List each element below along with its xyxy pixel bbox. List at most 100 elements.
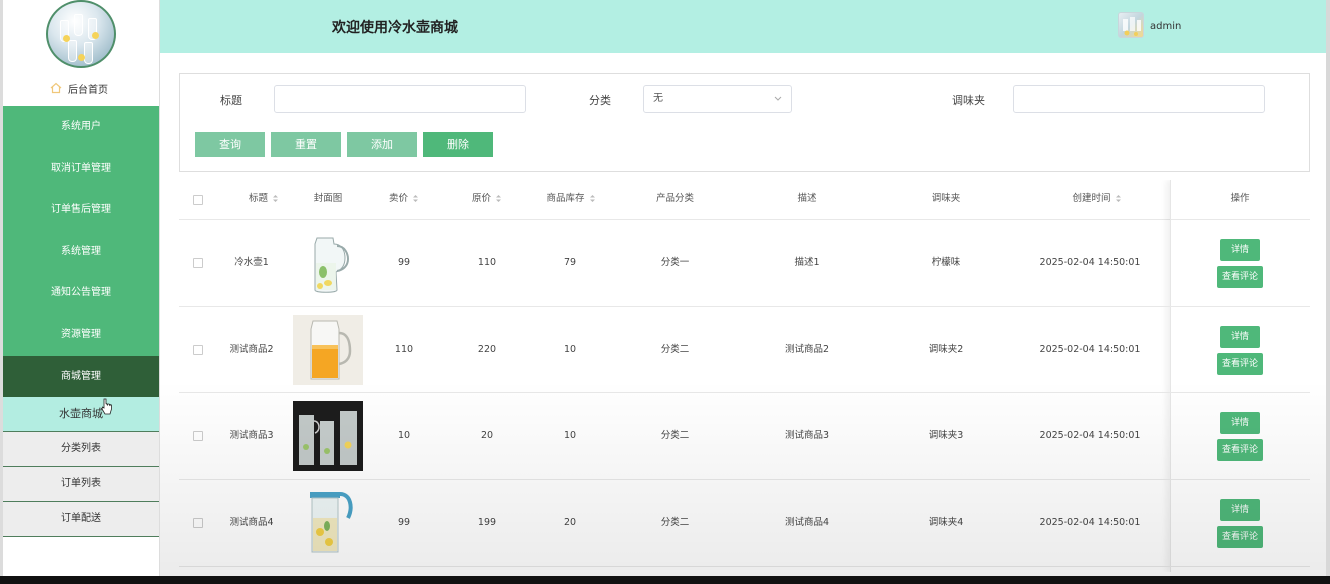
view-reviews-button[interactable]: 查看评论 — [1217, 352, 1263, 375]
cell-stock: 79 — [563, 257, 577, 268]
submenu-item-kettle-mall[interactable]: 水壶商城 — [3, 397, 159, 433]
submenu-item-category-list[interactable]: 分类列表 — [3, 432, 159, 468]
title-filter-input[interactable] — [274, 85, 526, 113]
select-all-checkbox[interactable] — [193, 195, 203, 205]
cell-description: 测试商品2 — [784, 343, 830, 355]
cell-description: 描述1 — [794, 257, 820, 268]
cell-flavor: 调味夹4 — [928, 517, 964, 529]
product-table: 标题 封面图 卖价 原价 商品库存 产品分类 描述 调味夹 创建时间 操作 冷水… — [179, 180, 1310, 572]
sidebar-item-after-sales[interactable]: 订单售后管理 — [3, 189, 159, 231]
table-row: 测试商品3 10 20 10 分类二 测试商品3 调味夹3 2025-02-04… — [179, 393, 1310, 481]
detail-button[interactable]: 详情 — [1220, 325, 1260, 348]
user-name[interactable]: admin — [1150, 21, 1181, 32]
sidebar: 后台首页 系统用户 取消订单管理 订单售后管理 系统管理 通知公告管理 资源管理… — [0, 0, 160, 584]
detail-button[interactable]: 详情 — [1220, 412, 1260, 435]
cell-created: 2025-02-04 14:50:01 — [1039, 430, 1141, 442]
cell-title: 测试商品4 — [229, 517, 274, 529]
cell-original-price: 199 — [477, 517, 497, 529]
submenu-item-order-delivery[interactable]: 订单配送 — [3, 502, 159, 538]
sidebar-item-system-users[interactable]: 系统用户 — [3, 106, 159, 148]
cell-category: 分类一 — [660, 257, 690, 268]
table-row: 测试商品2 110 220 10 分类二 测试商品2 调味夹2 2025-02-… — [179, 307, 1310, 394]
sidebar-item-announcements[interactable]: 通知公告管理 — [3, 272, 159, 314]
flavor-filter-label: 调味夹 — [952, 94, 985, 107]
cell-stock: 10 — [563, 430, 577, 442]
cell-title: 测试商品3 — [229, 430, 274, 442]
cell-stock: 10 — [563, 343, 577, 355]
column-header-original-price[interactable]: 原价 — [452, 180, 522, 220]
view-reviews-button[interactable]: 查看评论 — [1217, 526, 1263, 549]
cell-description: 测试商品4 — [784, 517, 830, 529]
column-header-cover: 封面图 — [313, 193, 343, 204]
cell-title: 冷水壶1 — [234, 257, 269, 268]
reset-button[interactable]: 重置 — [271, 132, 341, 157]
window-right-edge — [1326, 0, 1330, 584]
delete-button[interactable]: 删除 — [423, 132, 493, 157]
cell-category: 分类二 — [660, 430, 690, 442]
product-image-glass-set[interactable] — [293, 401, 363, 472]
cell-flavor: 调味夹2 — [928, 343, 964, 355]
product-image-kettle[interactable] — [293, 228, 363, 298]
sort-icon — [273, 195, 278, 202]
mouse-pointer-icon — [101, 398, 112, 415]
home-link[interactable]: 后台首页 — [50, 80, 108, 96]
row-checkbox[interactable] — [193, 344, 203, 355]
sidebar-item-cancel-orders[interactable]: 取消订单管理 — [3, 147, 159, 190]
cell-flavor: 柠檬味 — [931, 257, 961, 268]
site-logo-avatar — [46, 0, 116, 68]
table-row: 冷水壶1 99 110 79 分类一 描述1 柠檬味 2025-02-04 14… — [179, 220, 1310, 307]
add-button[interactable]: 添加 — [347, 132, 417, 157]
sort-icon — [496, 195, 501, 202]
row-checkbox[interactable] — [193, 518, 203, 529]
sidebar-item-resources[interactable]: 资源管理 — [3, 313, 159, 356]
sort-icon — [413, 195, 418, 202]
query-button[interactable]: 查询 — [195, 132, 265, 157]
top-header: 欢迎使用冷水壶商城 admin — [160, 0, 1330, 53]
sort-icon — [589, 195, 595, 202]
category-filter-value: 无 — [653, 93, 663, 104]
column-header-price[interactable]: 卖价 — [369, 180, 439, 220]
product-image-blue-lid-pitcher[interactable] — [293, 488, 363, 559]
category-filter-select[interactable]: 无 — [643, 85, 792, 113]
cell-flavor: 调味夹3 — [928, 430, 964, 442]
view-reviews-button[interactable]: 查看评论 — [1217, 439, 1263, 462]
column-header-category: 产品分类 — [655, 193, 694, 204]
column-header-stock[interactable]: 商品库存 — [531, 180, 611, 220]
chevron-down-icon — [774, 96, 782, 101]
sidebar-menu: 系统用户 取消订单管理 订单售后管理 系统管理 通知公告管理 资源管理 商城管理… — [3, 106, 159, 538]
sort-icon — [1115, 195, 1121, 202]
category-filter-label: 分类 — [589, 94, 611, 107]
user-avatar[interactable] — [1118, 12, 1144, 38]
submenu-item-order-list[interactable]: 订单列表 — [3, 467, 159, 503]
product-image-orange-juice-jug[interactable] — [293, 314, 363, 385]
column-header-created[interactable]: 创建时间 — [1037, 180, 1157, 220]
home-link-label: 后台首页 — [68, 84, 108, 96]
detail-button[interactable]: 详情 — [1220, 239, 1260, 261]
row-checkbox[interactable] — [193, 258, 203, 268]
detail-button[interactable]: 详情 — [1220, 499, 1260, 522]
cell-stock: 20 — [563, 517, 577, 529]
row-checkbox[interactable] — [193, 431, 203, 442]
cell-created: 2025-02-04 14:50:01 — [1039, 343, 1141, 355]
table-header: 标题 封面图 卖价 原价 商品库存 产品分类 描述 调味夹 创建时间 操作 — [179, 180, 1310, 220]
cell-price: 110 — [394, 343, 414, 355]
cell-price: 99 — [397, 517, 411, 529]
avatar-image-icon — [1123, 17, 1141, 36]
cell-price: 99 — [397, 257, 411, 268]
column-header-flavor: 调味夹 — [931, 193, 961, 204]
table-row: 测试商品4 99 199 20 分类二 测试商品4 调味夹4 2025-02-0… — [179, 480, 1310, 567]
cell-title: 测试商品2 — [229, 343, 274, 355]
cell-category: 分类二 — [660, 343, 690, 355]
search-panel: 标题 分类 无 调味夹 查询 重置 添加 删除 — [179, 73, 1310, 172]
column-header-description: 描述 — [797, 193, 817, 204]
cell-created: 2025-02-04 14:50:01 — [1039, 517, 1141, 529]
window-bottom-edge — [0, 576, 1330, 584]
cell-created: 2025-02-04 14:50:01 — [1039, 257, 1141, 268]
sidebar-item-system-management[interactable]: 系统管理 — [3, 230, 159, 273]
page-title: 欢迎使用冷水壶商城 — [332, 20, 458, 36]
cell-price: 10 — [397, 430, 411, 442]
flavor-filter-input[interactable] — [1013, 85, 1265, 113]
sidebar-item-mall-management[interactable]: 商城管理 — [3, 355, 159, 398]
view-reviews-button[interactable]: 查看评论 — [1217, 266, 1263, 288]
home-icon — [50, 82, 62, 94]
